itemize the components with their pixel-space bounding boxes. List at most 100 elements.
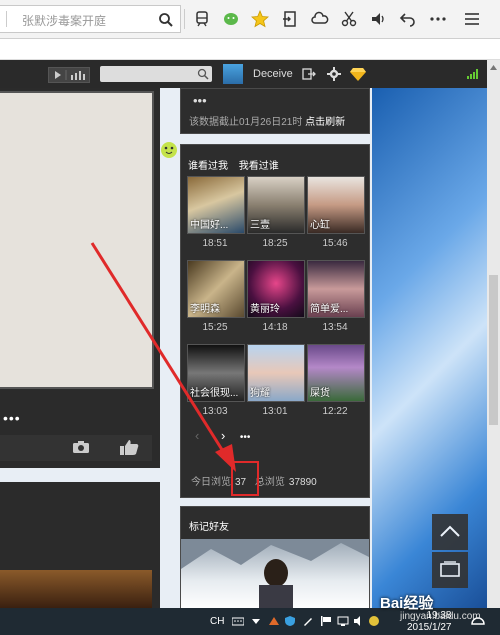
background-decor: [372, 88, 487, 608]
volume-icon[interactable]: [353, 615, 365, 627]
stats-summary-panel: ••• 该数据截止01月26日21时 点击刷新: [180, 88, 370, 134]
visitor-item[interactable]: 狗耀 13:01: [247, 344, 305, 417]
search-placeholder: 张默涉毒案开庭: [22, 14, 107, 28]
panel-title: 标记好友: [189, 522, 229, 533]
pen-icon[interactable]: [302, 615, 314, 627]
visitor-time: 15:46: [322, 238, 348, 249]
visitor-time: 12:22: [322, 406, 348, 417]
visitor-name: 狗耀: [250, 388, 270, 399]
visitor-avatar[interactable]: 简单爱...: [307, 260, 365, 318]
visitor-avatar[interactable]: 三壹: [247, 176, 305, 234]
thumbs-up-icon[interactable]: [118, 438, 140, 456]
language-indicator[interactable]: CH: [210, 616, 224, 627]
export-icon[interactable]: [281, 10, 299, 28]
visitor-item[interactable]: 黄丽玲 14:18: [247, 260, 305, 333]
visitor-name: 社会很现...: [190, 388, 239, 399]
flag-icon[interactable]: [320, 615, 332, 627]
scroll-up-icon[interactable]: [489, 64, 498, 71]
visitor-name: 屎货: [310, 388, 330, 399]
visitor-name: 黄丽玲: [250, 304, 280, 315]
mark-friends-panel: 标记好友: [180, 506, 370, 610]
search-divider: [6, 11, 7, 27]
visitor-avatar[interactable]: 心缸: [307, 176, 365, 234]
visitor-avatar[interactable]: 狗耀: [247, 344, 305, 402]
friend-photo[interactable]: [181, 539, 369, 609]
visitor-time: 13:54: [322, 322, 348, 333]
page-search-input[interactable]: [100, 66, 212, 82]
back-to-top-button[interactable]: [432, 514, 468, 550]
total-views-label: 总浏览: [254, 477, 285, 488]
train-icon[interactable]: [193, 10, 211, 28]
visitor-item[interactable]: 三壹 18:25: [247, 176, 305, 249]
refresh-link[interactable]: 点击刷新: [305, 117, 345, 128]
search-icon[interactable]: [158, 12, 174, 28]
tab-i-viewed[interactable]: 我看过谁: [239, 161, 279, 172]
scrollbar-thumb[interactable]: [489, 275, 498, 425]
tab-who-viewed-me[interactable]: 谁看过我: [188, 161, 228, 172]
more-icon[interactable]: •••: [193, 93, 207, 108]
more-icon[interactable]: •••: [3, 410, 21, 426]
menu-icon[interactable]: [463, 10, 481, 28]
visitor-name: 心缸: [310, 220, 330, 231]
clock-date: 2015/1/27: [407, 622, 452, 633]
post-card: •••: [0, 88, 160, 468]
visitor-avatar[interactable]: 屎货: [307, 344, 365, 402]
highlight-box: [231, 461, 259, 496]
visitor-item[interactable]: 社会很现... 13:03: [187, 344, 245, 417]
camera-icon[interactable]: [72, 440, 90, 454]
toolbar-divider: [184, 9, 185, 29]
gear-icon[interactable]: [327, 67, 341, 81]
avatar[interactable]: [223, 64, 243, 84]
volume-icon[interactable]: [370, 10, 388, 28]
visitor-name: 三壹: [250, 220, 270, 231]
total-views-count: 37890: [288, 477, 317, 488]
visitor-item[interactable]: 李明森 15:25: [187, 260, 245, 333]
visitor-name: 中国好...: [190, 220, 229, 231]
username[interactable]: Deceive: [253, 68, 293, 80]
post-photo-2[interactable]: [0, 570, 152, 608]
music-player[interactable]: [48, 67, 90, 83]
diamond-icon[interactable]: [350, 67, 366, 81]
watermark-logo: Bai经验: [380, 595, 434, 612]
visitor-item[interactable]: 简单爱... 13:54: [307, 260, 365, 333]
browser-toolbar: 张默涉毒案开庭: [0, 0, 500, 39]
undo-icon[interactable]: [399, 10, 417, 28]
star-icon[interactable]: [251, 10, 269, 28]
browser-search-box[interactable]: 张默涉毒案开庭: [0, 5, 181, 33]
visitor-item[interactable]: 心缸 15:46: [307, 176, 365, 249]
page-scrollbar[interactable]: [487, 60, 500, 608]
watermark-url: jingyan.baidu.com: [400, 611, 481, 622]
prev-icon[interactable]: ‹: [195, 428, 199, 443]
logout-icon[interactable]: [302, 68, 316, 80]
post-photo[interactable]: [0, 91, 154, 389]
visitor-tabs: 谁看过我 我看过谁: [188, 157, 287, 172]
tray-icon[interactable]: [268, 615, 280, 627]
visitor-avatar[interactable]: 李明森: [187, 260, 245, 318]
visitor-name: 李明森: [190, 304, 220, 315]
visitor-avatar[interactable]: 中国好...: [187, 176, 245, 234]
chat-icon[interactable]: [222, 10, 240, 28]
cloud-icon[interactable]: [311, 10, 329, 28]
visitor-name: 简单爱...: [310, 304, 349, 315]
page-header: Deceive: [0, 60, 487, 88]
bookmark-strip: [0, 39, 500, 60]
keyboard-icon[interactable]: [232, 615, 244, 627]
shield-icon[interactable]: [284, 615, 296, 627]
visitor-time: 13:01: [262, 406, 288, 417]
search-icon[interactable]: [197, 68, 209, 80]
mascot-icon[interactable]: [158, 139, 180, 159]
scissors-icon[interactable]: [340, 10, 358, 28]
more-icon[interactable]: •••: [240, 432, 251, 443]
chevron-down-icon[interactable]: [250, 615, 262, 627]
visitor-avatar[interactable]: 社会很现...: [187, 344, 245, 402]
data-cutoff-info: 该数据截止01月26日21时 点击刷新: [189, 117, 346, 128]
visitor-avatar[interactable]: 黄丽玲: [247, 260, 305, 318]
more-icon[interactable]: [429, 10, 447, 28]
feedback-button[interactable]: [432, 552, 468, 588]
next-icon[interactable]: ›: [221, 428, 225, 443]
app-tray-icon[interactable]: [368, 615, 380, 627]
today-views-label: 今日浏览: [191, 477, 231, 488]
visitor-item[interactable]: 屎货 12:22: [307, 344, 365, 417]
network-icon[interactable]: [337, 615, 349, 627]
visitor-item[interactable]: 中国好... 18:51: [187, 176, 245, 249]
